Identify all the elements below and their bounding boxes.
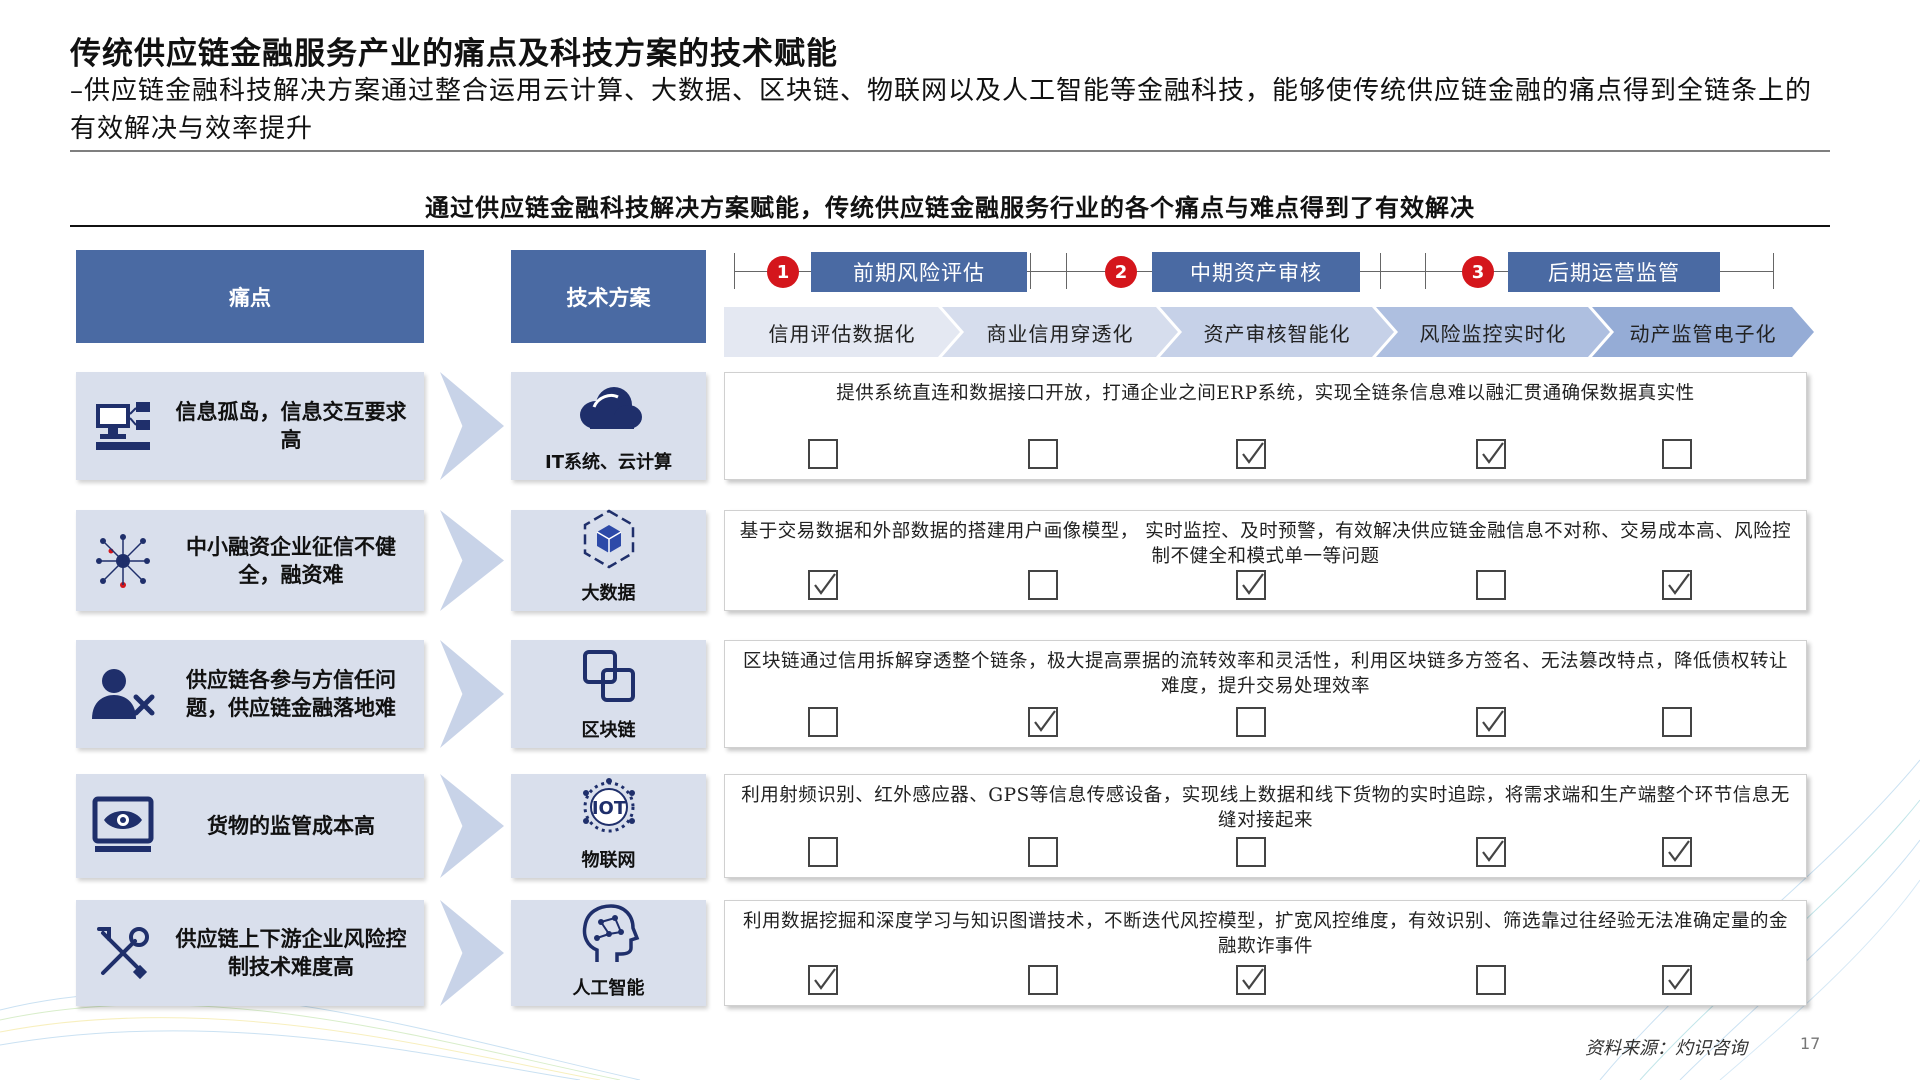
checkbox-unchecked[interactable] <box>1236 707 1266 737</box>
cloud-icon <box>569 376 649 440</box>
phase-late-monitor: 后期运营监管 <box>1508 252 1720 292</box>
arrow-right-icon <box>440 640 504 748</box>
monitor-eye-icon <box>88 791 158 861</box>
pain-column-header: 痛点 <box>76 250 424 343</box>
tech-solution-it-cloud: IT系统、云计算 <box>511 372 706 480</box>
tech-label: 人工智能 <box>572 978 645 999</box>
tech-column-header: 技术方案 <box>511 250 706 343</box>
solution-text: 区块链通过信用拆解穿透整个链条，极大提高票据的流转效率和灵活性，利用区块链多方签… <box>742 651 1788 697</box>
pain-point-label: 货物的监管成本高 <box>207 813 375 838</box>
arrow-right-icon <box>440 900 504 1006</box>
solution-text: 利用射频识别、红外感应器、GPS等信息传感设备，实现线上数据和线下货物的实时追踪… <box>741 785 1790 831</box>
user-remove-icon <box>88 659 158 729</box>
checkbox-unchecked[interactable] <box>808 837 838 867</box>
checkbox-checked[interactable] <box>808 965 838 995</box>
tech-label: IT系统、云计算 <box>545 452 672 473</box>
checkbox-checked[interactable] <box>1662 965 1692 995</box>
data-cube-icon <box>569 507 649 571</box>
title-divider <box>70 150 1830 152</box>
checkbox-checked[interactable] <box>1476 707 1506 737</box>
checkbox-checked[interactable] <box>1236 965 1266 995</box>
pain-point-supervision-cost: 货物的监管成本高 <box>76 774 424 878</box>
solution-row-2: 基于交易数据和外部数据的搭建用户画像模型， 实时监控、及时预警，有效解决供应链金… <box>724 510 1807 611</box>
arrow-right-icon <box>440 510 504 611</box>
solution-row-3: 区块链通过信用拆解穿透整个链条，极大提高票据的流转效率和灵活性，利用区块链多方签… <box>724 640 1807 748</box>
section-title: 通过供应链金融科技解决方案赋能，传统供应链金融服务行业的各个痛点与难点得到了有效… <box>425 193 1475 222</box>
pain-point-risk-control: 供应链上下游企业风险控制技术难度高 <box>76 900 424 1006</box>
stage-chevron: 信用评估数据化 <box>724 307 960 357</box>
checkbox-unchecked[interactable] <box>1028 439 1058 469</box>
checkbox-checked[interactable] <box>1476 439 1506 469</box>
solution-text: 利用数据挖掘和深度学习与知识图谱技术，不断迭代风控模型，扩宽风控维度，有效识别、… <box>742 911 1788 957</box>
computer-network-icon <box>88 391 158 461</box>
pain-point-label: 供应链上下游企业风险控制技术难度高 <box>175 926 407 979</box>
checkbox-checked[interactable] <box>1662 570 1692 600</box>
arrow-right-icon <box>440 774 504 878</box>
checkbox-unchecked[interactable] <box>1236 837 1266 867</box>
source-note: 资料来源：灼识咨询 <box>1585 1038 1747 1059</box>
stage-chevron: 资产审核智能化 <box>1160 307 1394 357</box>
pain-point-info-island: 信息孤岛，信息交互要求高 <box>76 372 424 480</box>
data-network-icon <box>88 526 158 596</box>
tech-label: 物联网 <box>581 850 636 871</box>
solution-text: 提供系统直连和数据接口开放，打通企业之间ERP系统，实现全链条信息难以融汇贯通确… <box>836 383 1695 404</box>
tech-solution-ai: 人工智能 <box>511 900 706 1006</box>
phase-tick <box>1380 253 1381 289</box>
stage-chevron: 风险监控实时化 <box>1376 307 1610 357</box>
checkbox-unchecked[interactable] <box>1028 965 1058 995</box>
phase-mid-audit: 中期资产审核 <box>1152 252 1360 292</box>
checkbox-checked[interactable] <box>1476 837 1506 867</box>
phase-tick <box>1773 253 1774 289</box>
svg-text:IOT: IOT <box>591 798 626 819</box>
checkbox-unchecked[interactable] <box>1662 707 1692 737</box>
checkbox-unchecked[interactable] <box>1028 570 1058 600</box>
phase-tick <box>734 253 735 289</box>
tech-solution-blockchain: 区块链 <box>511 640 706 748</box>
checkbox-unchecked[interactable] <box>1476 965 1506 995</box>
page-number: 17 <box>1800 1034 1821 1053</box>
checkbox-checked[interactable] <box>1028 707 1058 737</box>
checkbox-checked[interactable] <box>1662 837 1692 867</box>
page-subtitle: –供应链金融科技解决方案通过整合运用云计算、大数据、区块链、物联网以及人工智能等… <box>70 76 1813 144</box>
phase-number-badge: 1 <box>767 256 799 288</box>
checkbox-unchecked[interactable] <box>1476 570 1506 600</box>
solution-row-5: 利用数据挖掘和深度学习与知识图谱技术，不断迭代风控模型，扩宽风控维度，有效识别、… <box>724 900 1807 1006</box>
page-title: 传统供应链金融服务产业的痛点及科技方案的技术赋能 <box>70 36 838 72</box>
checkbox-unchecked[interactable] <box>808 707 838 737</box>
arrow-right-icon <box>440 372 504 480</box>
section-divider <box>70 225 1830 227</box>
checkbox-checked[interactable] <box>1236 439 1266 469</box>
pain-point-label: 中小融资企业征信不健全，融资难 <box>186 533 396 587</box>
phase-number-badge: 3 <box>1462 256 1494 288</box>
checkbox-unchecked[interactable] <box>808 439 838 469</box>
stage-chevron: 动产监管电子化 <box>1592 307 1814 357</box>
blockchain-icon <box>569 644 649 708</box>
tools-icon <box>88 918 158 988</box>
tech-label: 大数据 <box>581 583 636 604</box>
ai-head-icon <box>569 902 649 966</box>
pain-point-trust: 供应链各参与方信任问题，供应链金融落地难 <box>76 640 424 748</box>
iot-icon: IOT <box>569 774 649 838</box>
pain-point-credit: 中小融资企业征信不健全，融资难 <box>76 510 424 611</box>
tech-solution-big-data: 大数据 <box>511 507 706 611</box>
phase-early-risk: 前期风险评估 <box>811 252 1027 292</box>
phase-number-badge: 2 <box>1105 256 1137 288</box>
phase-tick <box>1425 253 1426 289</box>
checkbox-checked[interactable] <box>1236 570 1266 600</box>
checkbox-checked[interactable] <box>808 570 838 600</box>
checkbox-unchecked[interactable] <box>1028 837 1058 867</box>
checkbox-unchecked[interactable] <box>1662 439 1692 469</box>
phase-tick <box>1066 253 1067 289</box>
pain-point-label: 信息孤岛，信息交互要求高 <box>175 399 407 452</box>
solution-row-4: 利用射频识别、红外感应器、GPS等信息传感设备，实现线上数据和线下货物的实时追踪… <box>724 774 1807 878</box>
phase-tick <box>1030 253 1031 289</box>
tech-solution-iot: IOT 物联网 <box>511 774 706 878</box>
stage-chevron: 商业信用穿透化 <box>942 307 1178 357</box>
tech-label: 区块链 <box>581 720 636 741</box>
solution-row-1: 提供系统直连和数据接口开放，打通企业之间ERP系统，实现全链条信息难以融汇贯通确… <box>724 372 1807 480</box>
pain-point-label: 供应链各参与方信任问题，供应链金融落地难 <box>186 667 396 720</box>
solution-text: 基于交易数据和外部数据的搭建用户画像模型， 实时监控、及时预警，有效解决供应链金… <box>739 521 1792 567</box>
